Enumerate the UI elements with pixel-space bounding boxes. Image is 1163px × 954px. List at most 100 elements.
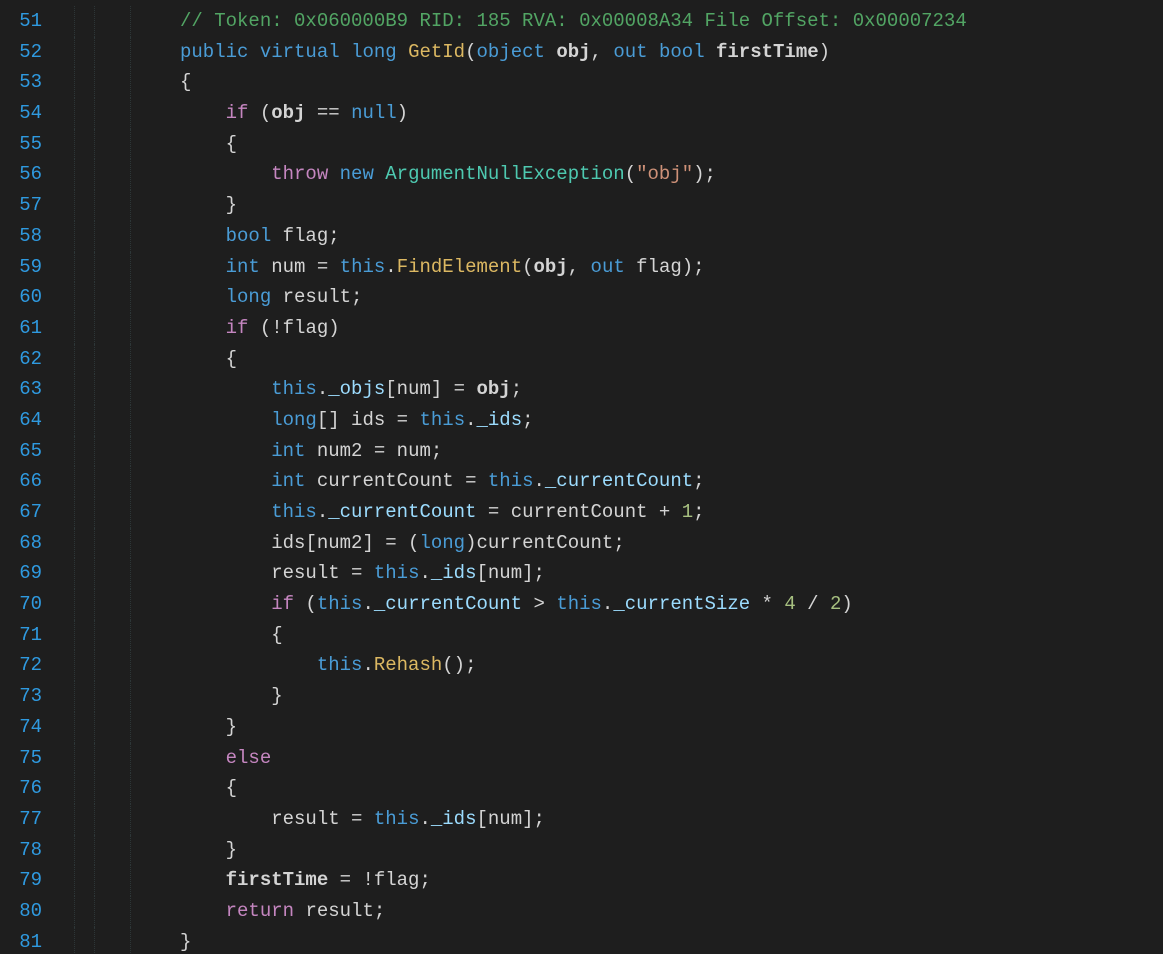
code-line[interactable]: { bbox=[180, 67, 1163, 98]
code-token: result bbox=[271, 562, 339, 584]
line-number[interactable]: 74 bbox=[0, 712, 58, 743]
code-token: out bbox=[591, 256, 625, 278]
code-area[interactable]: // Token: 0x060000B9 RID: 185 RVA: 0x000… bbox=[180, 0, 1163, 954]
code-line[interactable]: this.Rehash(); bbox=[180, 650, 1163, 681]
code-line[interactable]: { bbox=[180, 129, 1163, 160]
line-number[interactable]: 80 bbox=[0, 896, 58, 927]
code-line[interactable]: result = this._ids[num]; bbox=[180, 558, 1163, 589]
code-token: = bbox=[454, 470, 488, 492]
line-number[interactable]: 58 bbox=[0, 221, 58, 252]
code-token: ( bbox=[465, 41, 476, 63]
line-number[interactable]: 76 bbox=[0, 773, 58, 804]
code-token: + bbox=[648, 501, 682, 523]
line-number[interactable]: 81 bbox=[0, 927, 58, 954]
line-number[interactable]: 78 bbox=[0, 835, 58, 866]
line-number[interactable]: 72 bbox=[0, 650, 58, 681]
line-number[interactable]: 69 bbox=[0, 558, 58, 589]
code-line[interactable]: if (!flag) bbox=[180, 313, 1163, 344]
line-number[interactable]: 60 bbox=[0, 282, 58, 313]
line-number[interactable]: 56 bbox=[0, 159, 58, 190]
line-number[interactable]: 61 bbox=[0, 313, 58, 344]
code-line[interactable]: throw new ArgumentNullException("obj"); bbox=[180, 159, 1163, 190]
code-line[interactable]: } bbox=[180, 681, 1163, 712]
line-number[interactable]: 51 bbox=[0, 6, 58, 37]
code-line[interactable]: int currentCount = this._currentCount; bbox=[180, 466, 1163, 497]
code-line[interactable]: if (this._currentCount > this._currentSi… bbox=[180, 589, 1163, 620]
code-token bbox=[374, 163, 385, 185]
code-line[interactable]: } bbox=[180, 190, 1163, 221]
line-number[interactable]: 57 bbox=[0, 190, 58, 221]
code-line[interactable]: int num = this.FindElement(obj, out flag… bbox=[180, 252, 1163, 283]
line-number[interactable]: 71 bbox=[0, 620, 58, 651]
code-line[interactable]: long[] ids = this._ids; bbox=[180, 405, 1163, 436]
code-token bbox=[260, 256, 271, 278]
line-number[interactable]: 59 bbox=[0, 252, 58, 283]
code-token bbox=[305, 440, 316, 462]
code-token: return bbox=[226, 900, 294, 922]
code-token: this bbox=[317, 654, 363, 676]
code-token bbox=[648, 41, 659, 63]
line-number[interactable]: 54 bbox=[0, 98, 58, 129]
code-line[interactable]: else bbox=[180, 743, 1163, 774]
code-line[interactable]: bool flag; bbox=[180, 221, 1163, 252]
code-token: ) bbox=[328, 317, 339, 339]
code-line[interactable]: return result; bbox=[180, 896, 1163, 927]
code-token: num bbox=[488, 562, 522, 584]
code-line[interactable]: this._currentCount = currentCount + 1; bbox=[180, 497, 1163, 528]
line-number[interactable]: 53 bbox=[0, 67, 58, 98]
line-number[interactable]: 63 bbox=[0, 374, 58, 405]
line-number[interactable]: 66 bbox=[0, 466, 58, 497]
indent-guide-row bbox=[58, 620, 180, 651]
code-token: { bbox=[180, 71, 191, 93]
line-number[interactable]: 55 bbox=[0, 129, 58, 160]
line-number[interactable]: 77 bbox=[0, 804, 58, 835]
code-line[interactable]: public virtual long GetId(object obj, ou… bbox=[180, 37, 1163, 68]
code-line[interactable]: this._objs[num] = obj; bbox=[180, 374, 1163, 405]
code-editor[interactable]: 5152535455565758596061626364656667686970… bbox=[0, 0, 1163, 954]
code-line[interactable]: if (obj == null) bbox=[180, 98, 1163, 129]
code-token: this bbox=[419, 409, 465, 431]
code-line[interactable]: } bbox=[180, 712, 1163, 743]
line-number[interactable]: 67 bbox=[0, 497, 58, 528]
code-line[interactable]: int num2 = num; bbox=[180, 436, 1163, 467]
code-line[interactable]: firstTime = !flag; bbox=[180, 865, 1163, 896]
code-line[interactable]: long result; bbox=[180, 282, 1163, 313]
code-token: flag bbox=[374, 869, 420, 891]
line-number[interactable]: 68 bbox=[0, 528, 58, 559]
code-token: ) bbox=[397, 102, 408, 124]
code-token: result bbox=[283, 286, 351, 308]
line-number[interactable]: 73 bbox=[0, 681, 58, 712]
indent-guide-row bbox=[58, 129, 180, 160]
line-number[interactable]: 79 bbox=[0, 865, 58, 896]
line-number[interactable]: 64 bbox=[0, 405, 58, 436]
code-line[interactable]: ids[num2] = (long)currentCount; bbox=[180, 528, 1163, 559]
code-line[interactable]: } bbox=[180, 835, 1163, 866]
code-line[interactable]: { bbox=[180, 344, 1163, 375]
code-token: throw bbox=[271, 163, 328, 185]
code-token: _currentCount bbox=[545, 470, 693, 492]
indent-guide-row bbox=[58, 743, 180, 774]
line-number[interactable]: 52 bbox=[0, 37, 58, 68]
code-token: / bbox=[796, 593, 830, 615]
code-line[interactable]: { bbox=[180, 620, 1163, 651]
code-token: ; bbox=[693, 470, 704, 492]
indent-guide-row bbox=[58, 896, 180, 927]
line-number-gutter[interactable]: 5152535455565758596061626364656667686970… bbox=[0, 0, 58, 954]
code-line[interactable]: // Token: 0x060000B9 RID: 185 RVA: 0x000… bbox=[180, 6, 1163, 37]
code-line[interactable]: { bbox=[180, 773, 1163, 804]
line-number[interactable]: 75 bbox=[0, 743, 58, 774]
code-token: ] = ( bbox=[362, 532, 419, 554]
line-number[interactable]: 70 bbox=[0, 589, 58, 620]
line-number[interactable]: 62 bbox=[0, 344, 58, 375]
code-line[interactable]: result = this._ids[num]; bbox=[180, 804, 1163, 835]
code-token: (! bbox=[248, 317, 282, 339]
line-number[interactable]: 65 bbox=[0, 436, 58, 467]
indent-guide-row bbox=[58, 865, 180, 896]
code-token: GetId bbox=[408, 41, 465, 63]
code-token: long bbox=[271, 409, 317, 431]
code-token: public bbox=[180, 41, 248, 63]
code-token: [ bbox=[385, 378, 396, 400]
code-token bbox=[271, 286, 282, 308]
code-line[interactable]: } bbox=[180, 927, 1163, 954]
code-token: = bbox=[385, 409, 419, 431]
